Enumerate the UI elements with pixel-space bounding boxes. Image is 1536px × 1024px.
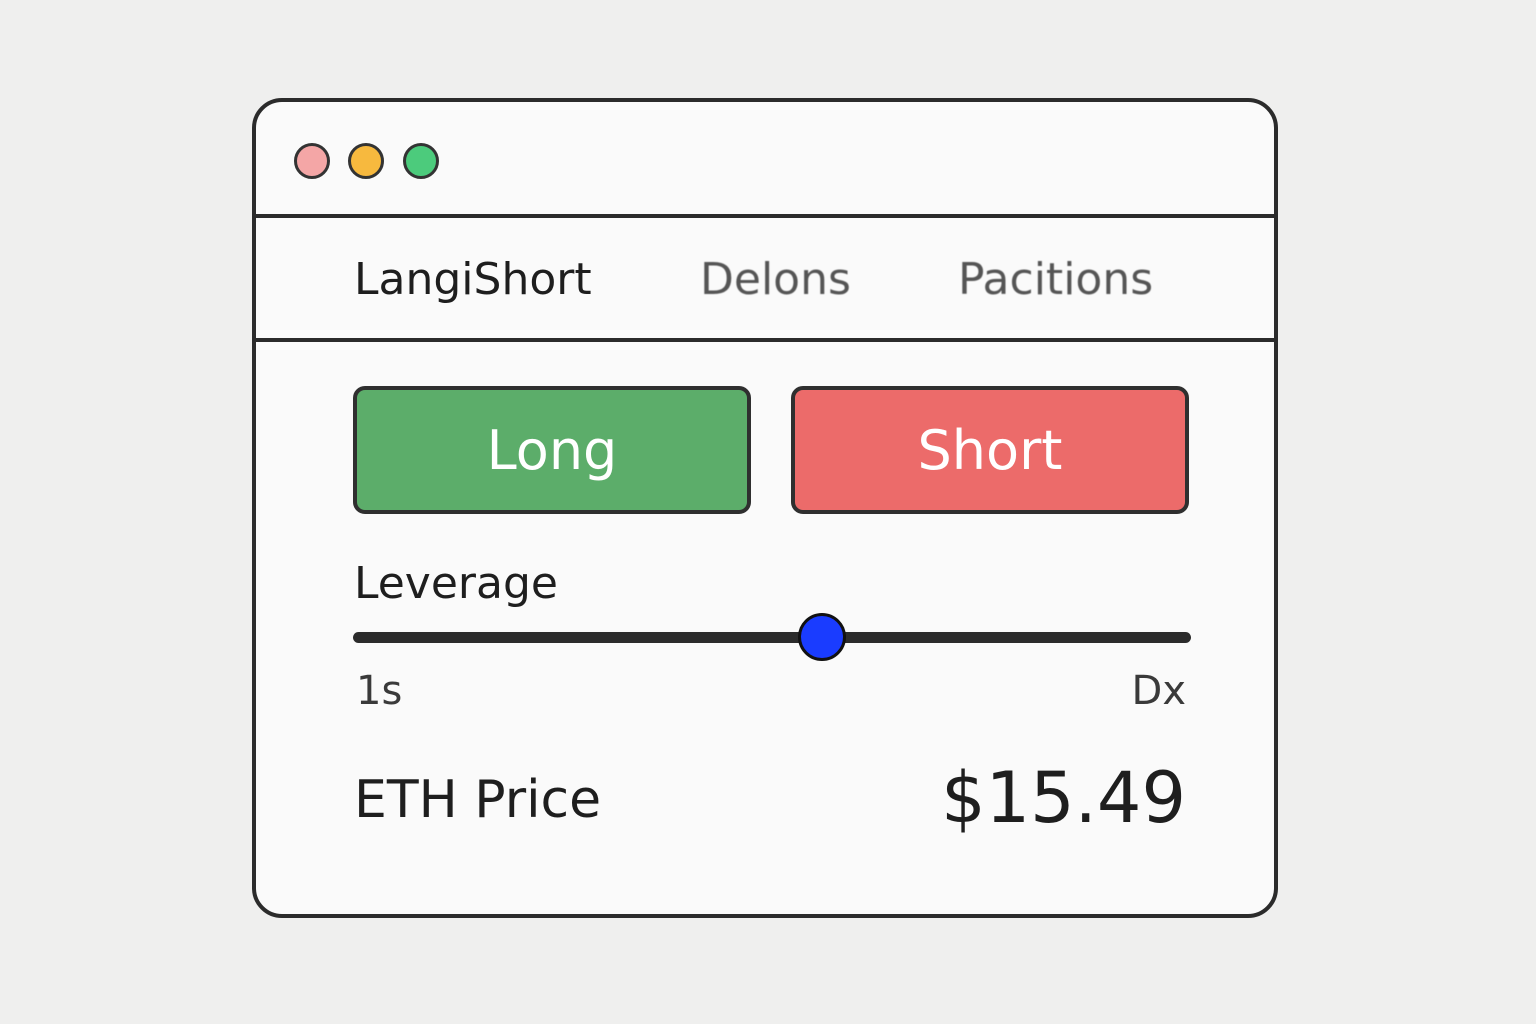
maximize-window-icon[interactable] — [403, 143, 439, 179]
eth-price-label: ETH Price — [354, 770, 602, 830]
slider-track[interactable] — [353, 632, 1191, 643]
short-button[interactable]: Short — [791, 386, 1189, 514]
close-window-icon[interactable] — [294, 143, 330, 179]
tab-orders[interactable]: Delons — [700, 254, 851, 306]
eth-price-value: $15.49 — [941, 757, 1186, 839]
tab-bar: LangiShort Delons Pacitions — [256, 218, 1274, 342]
long-button[interactable]: Long — [353, 386, 751, 514]
minimize-window-icon[interactable] — [348, 143, 384, 179]
title-bar — [256, 102, 1274, 218]
leverage-min-label: 1s — [356, 668, 403, 714]
slider-thumb[interactable] — [798, 613, 847, 661]
tab-positions[interactable]: Pacitions — [958, 254, 1153, 306]
leverage-slider[interactable] — [353, 613, 1191, 661]
leverage-max-label: Dx — [1131, 668, 1186, 714]
tab-long-short[interactable]: LangiShort — [354, 254, 592, 306]
app-window: LangiShort Delons Pacitions Long Short L… — [252, 98, 1278, 918]
leverage-label: Leverage — [354, 558, 558, 609]
